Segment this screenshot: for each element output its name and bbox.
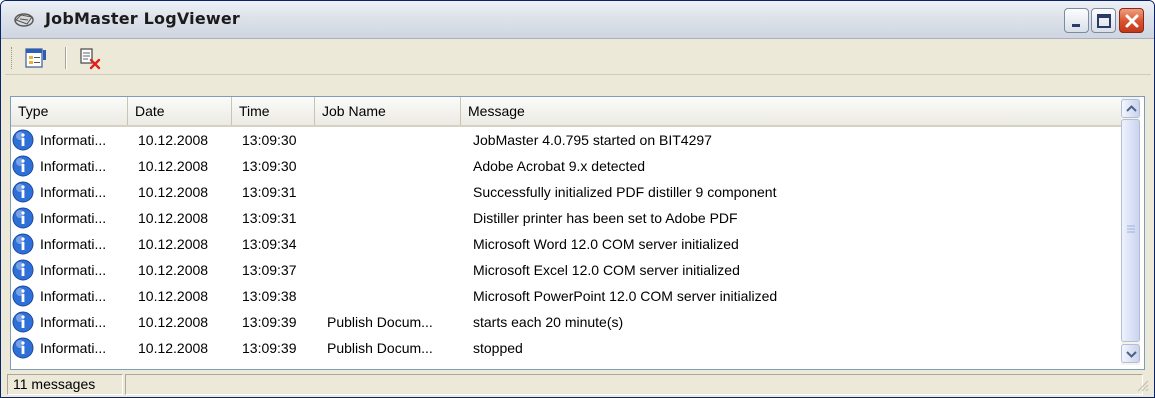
resize-grip-icon[interactable] [1135, 378, 1149, 392]
cell-date: 10.12.2008 [138, 184, 209, 200]
cell-job-name [327, 179, 461, 205]
log-viewer-icon [13, 10, 35, 30]
chevron-down-icon [1126, 351, 1137, 358]
cell-message: starts each 20 minute(s) [473, 314, 624, 330]
cell-time: 13:09:31 [242, 184, 297, 200]
cell-type: Informati... [40, 210, 107, 226]
cell-date: 10.12.2008 [138, 288, 209, 304]
cell-time: 13:09:34 [242, 236, 297, 252]
log-row[interactable]: Informati... 10.12.2008 13:09:34 Microsoft … [11, 231, 1121, 257]
cell-message: Microsoft Word 12.0 COM server initializ… [473, 236, 739, 252]
cell-time: 13:09:30 [242, 132, 297, 148]
minimize-icon [1072, 24, 1080, 27]
minimize-button[interactable] [1064, 8, 1089, 33]
cell-message: stopped [473, 340, 523, 356]
cell-date: 10.12.2008 [138, 314, 209, 330]
cell-date: 10.12.2008 [138, 158, 209, 174]
status-panel-empty [125, 374, 1143, 395]
toolbar-separator [65, 47, 67, 69]
cell-job-name [327, 257, 461, 283]
log-row[interactable]: Informati... 10.12.2008 13:09:31 Distiller … [11, 205, 1121, 231]
column-header-type[interactable]: Type [11, 97, 128, 125]
cell-job-name: Publish Docum... [327, 340, 433, 356]
cell-message: Successfully initialized PDF distiller 9… [473, 184, 777, 200]
toolbar [5, 41, 1151, 75]
cell-type: Informati... [40, 158, 107, 174]
cell-time: 13:09:30 [242, 158, 297, 174]
cell-type: Informati... [40, 236, 107, 252]
clear-log-icon [80, 48, 101, 70]
cell-type: Informati... [40, 132, 107, 148]
cell-type: Informati... [40, 340, 107, 356]
title-bar[interactable]: JobMaster LogViewer [1, 1, 1154, 39]
information-icon [12, 181, 34, 203]
cell-job-name: Publish Docum... [327, 314, 433, 330]
message-count: 11 messages [7, 374, 123, 395]
cell-message: Distiller printer has been set to Adobe … [473, 210, 738, 226]
grip-icon [1127, 225, 1135, 233]
cell-time: 13:09:37 [242, 262, 297, 278]
information-icon [12, 129, 34, 151]
cell-job-name [327, 205, 461, 231]
log-row[interactable]: Informati... 10.12.2008 13:09:37 Microsoft … [11, 257, 1121, 283]
information-icon [12, 259, 34, 281]
cell-message: JobMaster 4.0.795 started on BIT4297 [473, 132, 712, 148]
information-icon [12, 311, 34, 333]
chevron-up-icon [1126, 105, 1137, 112]
list-header: Type Date Time Job Name Message [11, 97, 1121, 127]
cell-time: 13:09:31 [242, 210, 297, 226]
cell-time: 13:09:39 [242, 340, 297, 356]
cell-time: 13:09:38 [242, 288, 297, 304]
log-viewer-window: JobMaster LogViewer Type Date Time Job N… [0, 0, 1155, 398]
window-title: JobMaster LogViewer [45, 9, 241, 28]
cell-job-name [327, 231, 461, 257]
log-row[interactable]: Informati... 10.12.2008 13:09:31 Successful… [11, 179, 1121, 205]
cell-message: Microsoft Excel 12.0 COM server initiali… [473, 262, 740, 278]
log-list[interactable]: Type Date Time Job Name Message Informat… [10, 96, 1145, 370]
scroll-thumb[interactable] [1121, 119, 1140, 342]
column-header-message[interactable]: Message [461, 97, 1121, 125]
log-row[interactable]: Informati... 10.12.2008 13:09:39 Publish Do… [11, 335, 1121, 361]
cell-date: 10.12.2008 [138, 210, 209, 226]
cell-time: 13:09:39 [242, 314, 297, 330]
close-icon [1125, 14, 1139, 28]
maximize-button[interactable] [1091, 8, 1116, 33]
cell-date: 10.12.2008 [138, 340, 209, 356]
log-row[interactable]: Informati... 10.12.2008 13:09:30 Adobe Acro… [11, 153, 1121, 179]
vertical-scrollbar[interactable] [1121, 97, 1140, 365]
properties-icon [25, 48, 46, 68]
cell-type: Informati... [40, 262, 107, 278]
information-icon [12, 233, 34, 255]
log-row[interactable]: Informati... 10.12.2008 13:09:39 Publish Do… [11, 309, 1121, 335]
clear-log-button[interactable] [77, 46, 103, 70]
status-bar: 11 messages [5, 372, 1151, 397]
cell-message: Microsoft PowerPoint 12.0 COM server ini… [473, 288, 778, 304]
cell-job-name [327, 127, 461, 153]
column-header-job-name[interactable]: Job Name [315, 97, 461, 125]
column-header-date[interactable]: Date [128, 97, 232, 125]
information-icon [12, 337, 34, 359]
information-icon [12, 155, 34, 177]
cell-date: 10.12.2008 [138, 132, 209, 148]
scroll-up-button[interactable] [1121, 99, 1140, 118]
cell-date: 10.12.2008 [138, 236, 209, 252]
information-icon [12, 207, 34, 229]
cell-job-name [327, 283, 461, 309]
cell-date: 10.12.2008 [138, 262, 209, 278]
cell-type: Informati... [40, 288, 107, 304]
cell-message: Adobe Acrobat 9.x detected [473, 158, 646, 174]
toolbar-grip[interactable] [11, 47, 14, 69]
cell-type: Informati... [40, 314, 107, 330]
log-row[interactable]: Informati... 10.12.2008 13:09:30 JobMaster … [11, 127, 1121, 153]
properties-button[interactable] [23, 46, 49, 70]
column-header-time[interactable]: Time [232, 97, 315, 125]
cell-type: Informati... [40, 184, 107, 200]
cell-job-name [327, 153, 461, 179]
log-row[interactable]: Informati... 10.12.2008 13:09:38 Microsoft … [11, 283, 1121, 309]
close-button[interactable] [1119, 8, 1144, 33]
scroll-down-button[interactable] [1121, 344, 1140, 363]
information-icon [12, 285, 34, 307]
